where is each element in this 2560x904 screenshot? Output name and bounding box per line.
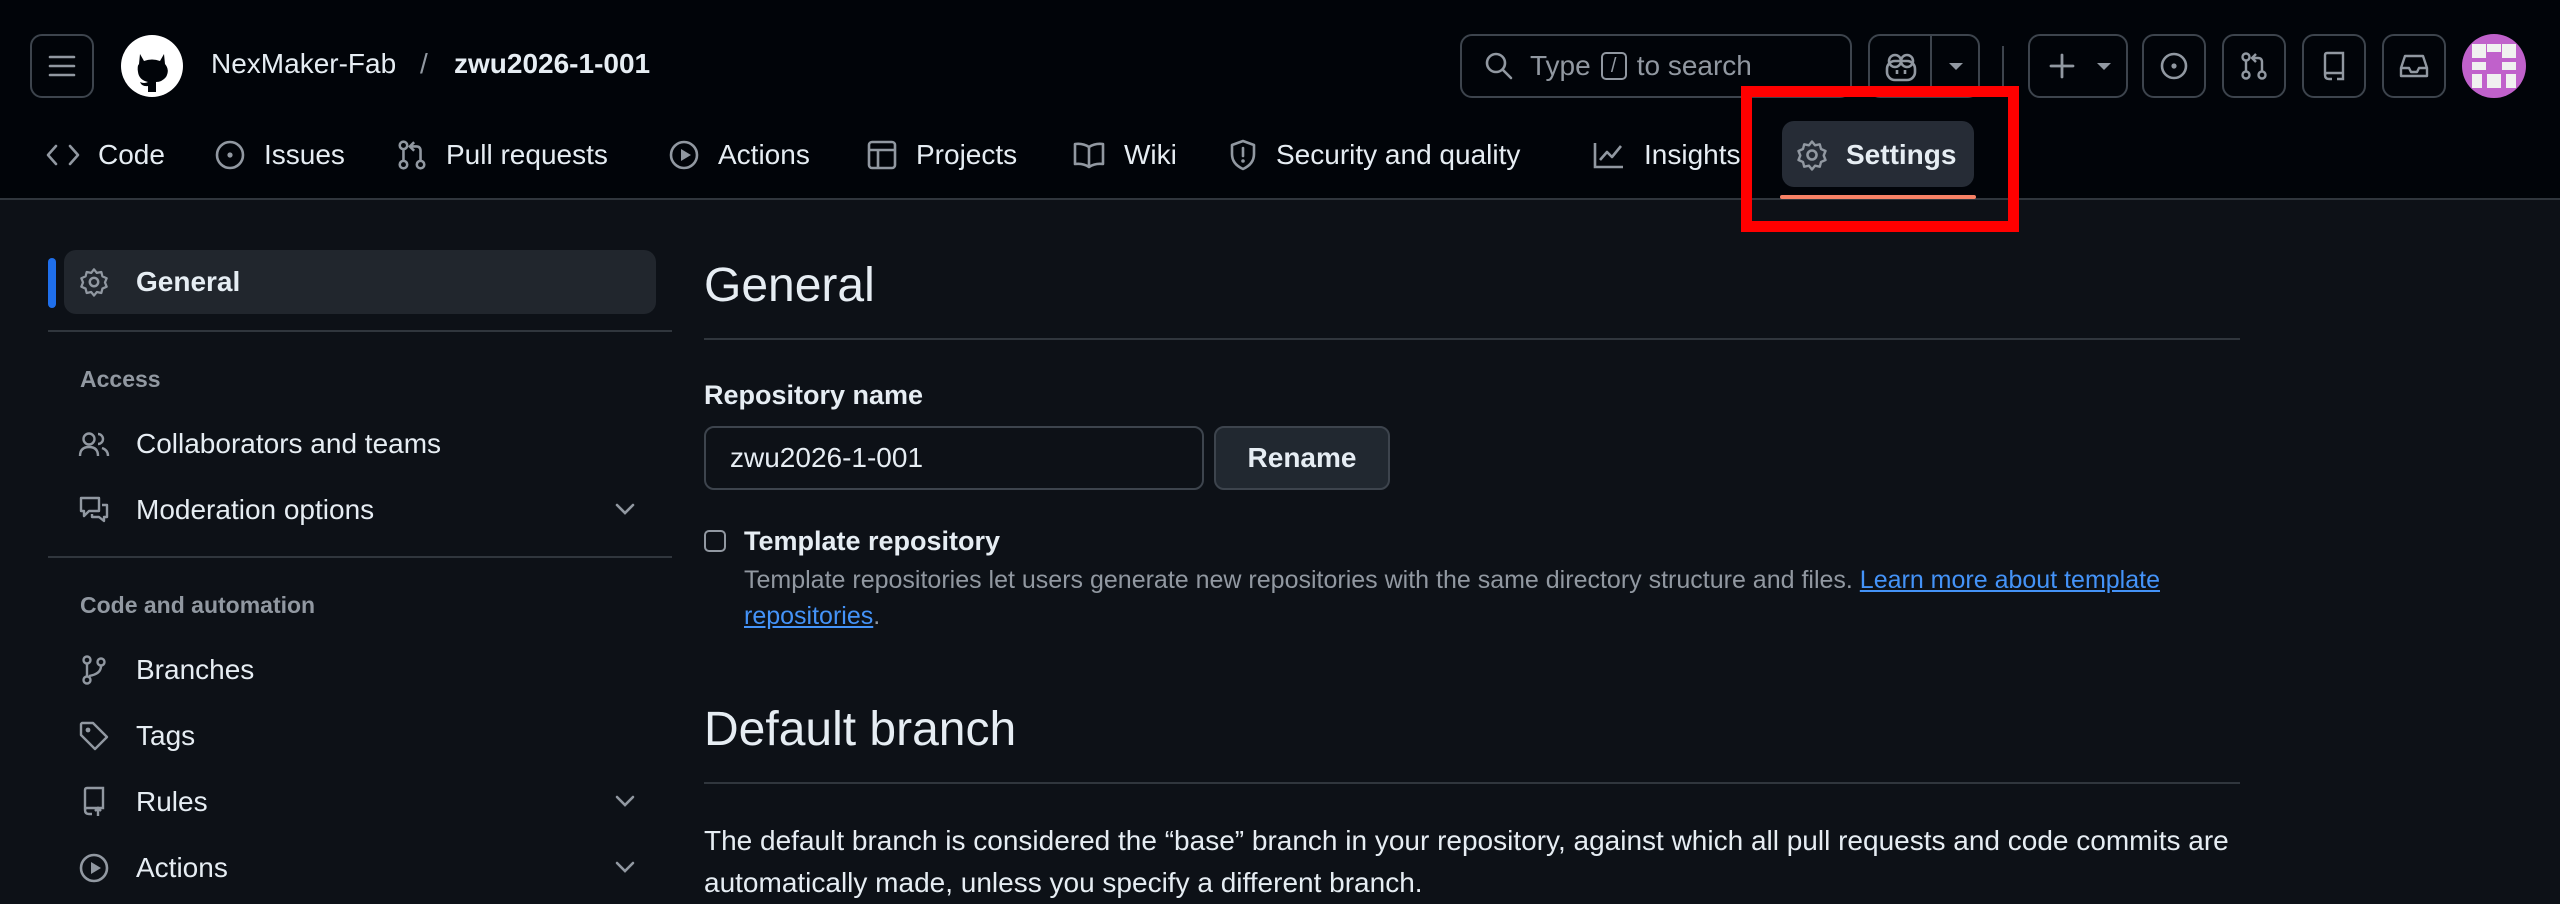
table-icon <box>867 140 897 170</box>
sidebar-item-actions[interactable]: Actions <box>64 836 656 900</box>
book-icon <box>1073 142 1105 169</box>
search-icon <box>1485 52 1513 80</box>
repo-push-icon <box>83 786 105 816</box>
avatar[interactable] <box>2462 34 2526 98</box>
default-branch-divider <box>704 782 2240 784</box>
people-icon <box>78 432 110 457</box>
comment-discussion-icon <box>79 496 109 523</box>
sidebar-item-branches-label: Branches <box>136 654 255 685</box>
sidebar-heading-access: Access <box>80 366 161 392</box>
tab-projects[interactable]: Projects <box>866 120 1017 190</box>
template-repository-label: Template repository <box>744 526 1001 556</box>
sidebar-divider <box>48 556 672 558</box>
repositories-button[interactable] <box>2302 34 2366 98</box>
sidebar-item-rules-label: Rules <box>136 786 208 817</box>
code-icon <box>46 144 80 166</box>
breadcrumb-repo[interactable]: zwu2026-1-001 <box>454 48 650 80</box>
tab-issues[interactable]: Issues <box>214 120 345 190</box>
pull-requests-button[interactable] <box>2222 34 2286 98</box>
create-new-button[interactable] <box>2028 34 2128 98</box>
sidebar-item-moderation-label: Moderation options <box>136 494 375 525</box>
repo-name-label: Repository name <box>704 380 924 410</box>
tab-code-label: Code <box>98 139 165 170</box>
shield-icon <box>1230 139 1256 171</box>
sidebar-item-general[interactable]: General <box>64 250 656 314</box>
chevron-down-icon[interactable] <box>612 788 638 814</box>
issue-opened-icon <box>2160 52 2188 80</box>
search-placeholder-prefix: Type <box>1530 50 1591 81</box>
tab-actions-label: Actions <box>718 139 810 170</box>
github-logo-icon[interactable] <box>120 34 184 98</box>
plus-icon <box>2049 53 2075 79</box>
template-repository-description: Template repositories let users generate… <box>744 562 2244 634</box>
title-divider <box>704 338 2240 340</box>
issues-button[interactable] <box>2142 34 2206 98</box>
rename-button[interactable]: Rename <box>1214 426 1390 490</box>
chevron-down-icon <box>2097 63 2111 70</box>
repo-icon <box>2323 51 2345 81</box>
sidebar-item-rules[interactable]: Rules <box>64 770 656 834</box>
git-branch-icon <box>82 655 106 685</box>
default-branch-title: Default branch <box>704 703 1017 756</box>
tab-projects-label: Projects <box>916 139 1018 170</box>
sidebar-item-general-label: General <box>136 266 241 297</box>
sidebar-item-branches[interactable]: Branches <box>64 638 656 702</box>
highlight-box <box>1741 86 2019 232</box>
default-branch-description: The default branch is considered the “ba… <box>704 825 2229 898</box>
template-description-end: . <box>873 602 881 630</box>
tab-insights[interactable]: Insights <box>1592 120 1741 190</box>
graph-icon <box>1593 143 1623 169</box>
sidebar-divider <box>48 330 672 332</box>
sidebar-item-tags[interactable]: Tags <box>64 704 656 768</box>
search-shortcut-key: / <box>1600 52 1627 80</box>
tab-pull-requests-label: Pull requests <box>446 139 608 170</box>
header-divider <box>2002 46 2004 86</box>
tab-security[interactable]: Security and quality <box>1228 120 1520 190</box>
sidebar-active-indicator <box>48 258 56 308</box>
page-title: General <box>704 259 875 312</box>
inbox-button[interactable] <box>2382 34 2446 98</box>
tag-icon <box>79 721 109 751</box>
sidebar-item-collaborators[interactable]: Collaborators and teams <box>64 412 656 476</box>
play-icon <box>669 140 699 170</box>
search-placeholder-suffix: to search <box>1636 50 1752 81</box>
chevron-down-icon[interactable] <box>612 496 638 522</box>
repo-name-input[interactable] <box>704 426 1204 490</box>
tab-code[interactable]: Code <box>46 120 165 190</box>
git-pull-request-icon <box>2241 52 2267 80</box>
sidebar-item-actions-label: Actions <box>136 852 228 883</box>
tab-pull-requests[interactable]: Pull requests <box>396 120 608 190</box>
chevron-down-icon[interactable] <box>612 854 638 880</box>
issue-opened-icon <box>215 140 245 170</box>
sidebar-heading-code-automation: Code and automation <box>80 592 316 618</box>
copilot-icon <box>1885 53 1917 82</box>
tab-insights-label: Insights <box>1644 139 1741 170</box>
play-icon <box>79 853 109 883</box>
sidebar-item-collaborators-label: Collaborators and teams <box>136 428 442 459</box>
tab-wiki-label: Wiki <box>1124 139 1177 170</box>
chevron-down-icon <box>1949 63 1963 70</box>
inbox-icon <box>2399 54 2429 78</box>
tab-security-label: Security and quality <box>1276 139 1521 170</box>
gear-icon <box>80 268 108 297</box>
breadcrumb-owner[interactable]: NexMaker-Fab <box>211 48 396 80</box>
git-pull-request-icon <box>398 140 426 170</box>
breadcrumb-separator: / <box>420 48 428 79</box>
menu-button[interactable] <box>30 34 94 98</box>
template-repository-checkbox[interactable] <box>704 530 726 552</box>
hamburger-icon <box>48 55 76 77</box>
sidebar-item-moderation[interactable]: Moderation options <box>64 478 656 542</box>
tab-actions[interactable]: Actions <box>668 120 810 190</box>
sidebar-item-tags-label: Tags <box>136 720 196 751</box>
tab-issues-label: Issues <box>264 139 345 170</box>
tab-wiki[interactable]: Wiki <box>1072 120 1177 190</box>
template-description-text: Template repositories let users generate… <box>744 566 1860 594</box>
